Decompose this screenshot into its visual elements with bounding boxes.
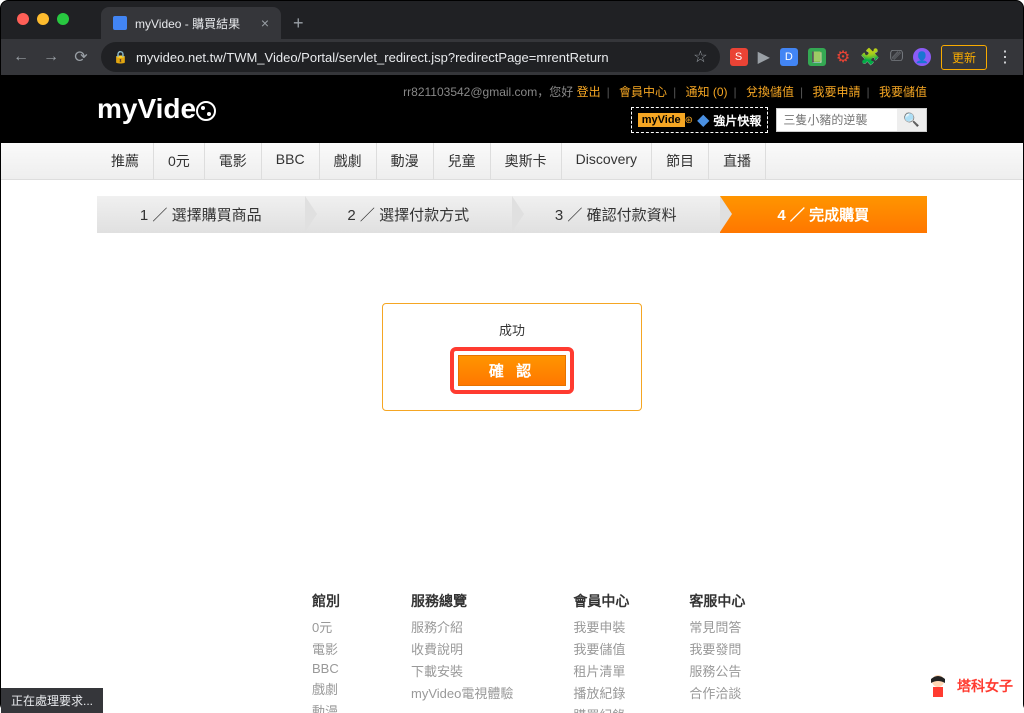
footer-col-support: 客服中心 常見問答 我要發問 服務公告 合作洽談 xyxy=(689,591,745,713)
nav-item-drama[interactable]: 戲劇 xyxy=(320,143,377,179)
profile-avatar[interactable]: 👤 xyxy=(913,48,931,66)
step-4: 4 ／ 完成購買 xyxy=(720,196,928,233)
browser-window: myVideo - 購買結果 × + ← → ⟳ 🔒 myvideo.net.t… xyxy=(0,0,1024,712)
new-tab-button[interactable]: + xyxy=(293,13,304,34)
footer: 館別 0元 電影 BBC 戲劇 動漫 兒童 奧斯卡 服務總覽 服務介紹 收費說明… xyxy=(162,591,862,713)
nav-item-discovery[interactable]: Discovery xyxy=(562,143,652,179)
window-close-button[interactable] xyxy=(17,13,29,25)
nav-item-oscar[interactable]: 奧斯卡 xyxy=(491,143,562,179)
extension-icon-s[interactable]: S xyxy=(730,48,748,66)
extension-icon-puzzle[interactable]: 🧩 xyxy=(860,47,880,67)
reload-button[interactable]: ⟳ xyxy=(71,47,91,67)
footer-col-category: 館別 0元 電影 BBC 戲劇 動漫 兒童 奧斯卡 xyxy=(312,591,351,713)
forward-button[interactable]: → xyxy=(41,48,61,66)
nav-item-kids[interactable]: 兒童 xyxy=(434,143,491,179)
step-1: 1 ／ 選擇購買商品 xyxy=(97,196,305,233)
cast-icon[interactable]: ⎚ xyxy=(890,48,903,66)
watermark-icon xyxy=(923,671,953,701)
extension-icon-play[interactable]: ▶ xyxy=(758,47,770,67)
nav-item-movie[interactable]: 電影 xyxy=(205,143,262,179)
nav-item-show[interactable]: 節目 xyxy=(652,143,709,179)
content-area: 1 ／ 選擇購買商品 2 ／ 選擇付款方式 3 ／ 確認付款資料 4 ／ 完成購… xyxy=(97,180,927,713)
search-box: 🔍 xyxy=(776,108,927,132)
tab-close-icon[interactable]: × xyxy=(261,15,269,31)
banner-row: myVide⊛ ◆ 強片快報 🔍 xyxy=(631,107,927,133)
site-header: myVide rr821103542@gmail.com，您好 登出| 會員中心… xyxy=(1,75,1023,143)
extension-icon-g[interactable]: 📗 xyxy=(808,48,826,66)
search-input[interactable] xyxy=(777,110,897,130)
nav-item-anime[interactable]: 動漫 xyxy=(377,143,434,179)
nav-item-live[interactable]: 直播 xyxy=(709,143,766,179)
extension-icon-gear[interactable]: ⚙ xyxy=(836,47,850,67)
logout-link[interactable]: 登出 xyxy=(577,85,601,99)
extension-icon-d[interactable]: D xyxy=(780,48,798,66)
footer-col-services: 服務總覽 服務介紹 收費說明 下載安裝 myVideo電視體驗 xyxy=(411,591,513,713)
nav-menu: 推薦 0元 電影 BBC 戲劇 動漫 兒童 奧斯卡 Discovery 節目 直… xyxy=(1,143,1023,180)
page-content: myVide rr821103542@gmail.com，您好 登出| 會員中心… xyxy=(1,75,1023,713)
browser-tab[interactable]: myVideo - 購買結果 × xyxy=(101,7,281,40)
redeem-link[interactable]: 兌換儲值 xyxy=(746,85,794,99)
top-links: rr821103542@gmail.com，您好 登出| 會員中心| 通知 (0… xyxy=(403,83,927,100)
nav-item-bbc[interactable]: BBC xyxy=(262,143,320,179)
address-bar: ← → ⟳ 🔒 myvideo.net.tw/TWM_Video/Portal/… xyxy=(1,39,1023,75)
back-button[interactable]: ← xyxy=(11,48,31,66)
status-bar: 正在處理要求... xyxy=(1,688,103,713)
menu-button[interactable]: ⋮ xyxy=(997,47,1013,67)
window-minimize-button[interactable] xyxy=(37,13,49,25)
deposit-link[interactable]: 我要儲值 xyxy=(879,85,927,99)
window-controls xyxy=(17,13,69,25)
confirm-highlight: 確 認 xyxy=(450,347,574,394)
url-text: myvideo.net.tw/TWM_Video/Portal/servlet_… xyxy=(136,50,685,65)
bookmark-star-icon[interactable]: ☆ xyxy=(693,47,707,67)
confirm-button[interactable]: 確 認 xyxy=(458,355,566,386)
lock-icon: 🔒 xyxy=(113,50,128,64)
logo[interactable]: myVide xyxy=(97,93,216,125)
watermark: 塔科女子 xyxy=(923,671,1013,701)
purchase-steps: 1 ／ 選擇購買商品 2 ／ 選擇付款方式 3 ／ 確認付款資料 4 ／ 完成購… xyxy=(97,196,927,233)
footer-col-member: 會員中心 我要申裝 我要儲值 租片清單 播放紀錄 購買紀錄 餘額查詢 xyxy=(573,591,629,713)
step-3: 3 ／ 確認付款資料 xyxy=(512,196,720,233)
step-2: 2 ／ 選擇付款方式 xyxy=(305,196,513,233)
update-button[interactable]: 更新 xyxy=(941,45,987,70)
member-center-link[interactable]: 會員中心 xyxy=(619,85,667,99)
tab-bar: myVideo - 購買結果 × + xyxy=(1,1,1023,39)
window-maximize-button[interactable] xyxy=(57,13,69,25)
result-box: 成功 確 認 xyxy=(382,303,642,411)
search-button[interactable]: 🔍 xyxy=(897,109,926,131)
nav-item-free[interactable]: 0元 xyxy=(154,143,205,179)
tab-favicon xyxy=(113,16,127,30)
nav-item-recommend[interactable]: 推薦 xyxy=(97,143,154,179)
tab-title: myVideo - 購買結果 xyxy=(135,15,240,32)
user-email: rr821103542@gmail.com xyxy=(403,85,537,99)
result-message: 成功 xyxy=(399,320,625,339)
apply-link[interactable]: 我要申請 xyxy=(813,85,861,99)
extensions-area: S ▶ D 📗 ⚙ 🧩 ⎚ 👤 更新 ⋮ xyxy=(730,45,1013,70)
banner-badge[interactable]: myVide⊛ ◆ 強片快報 xyxy=(631,107,769,133)
url-input[interactable]: 🔒 myvideo.net.tw/TWM_Video/Portal/servle… xyxy=(101,42,720,72)
notifications-link[interactable]: 通知 (0) xyxy=(686,85,728,99)
